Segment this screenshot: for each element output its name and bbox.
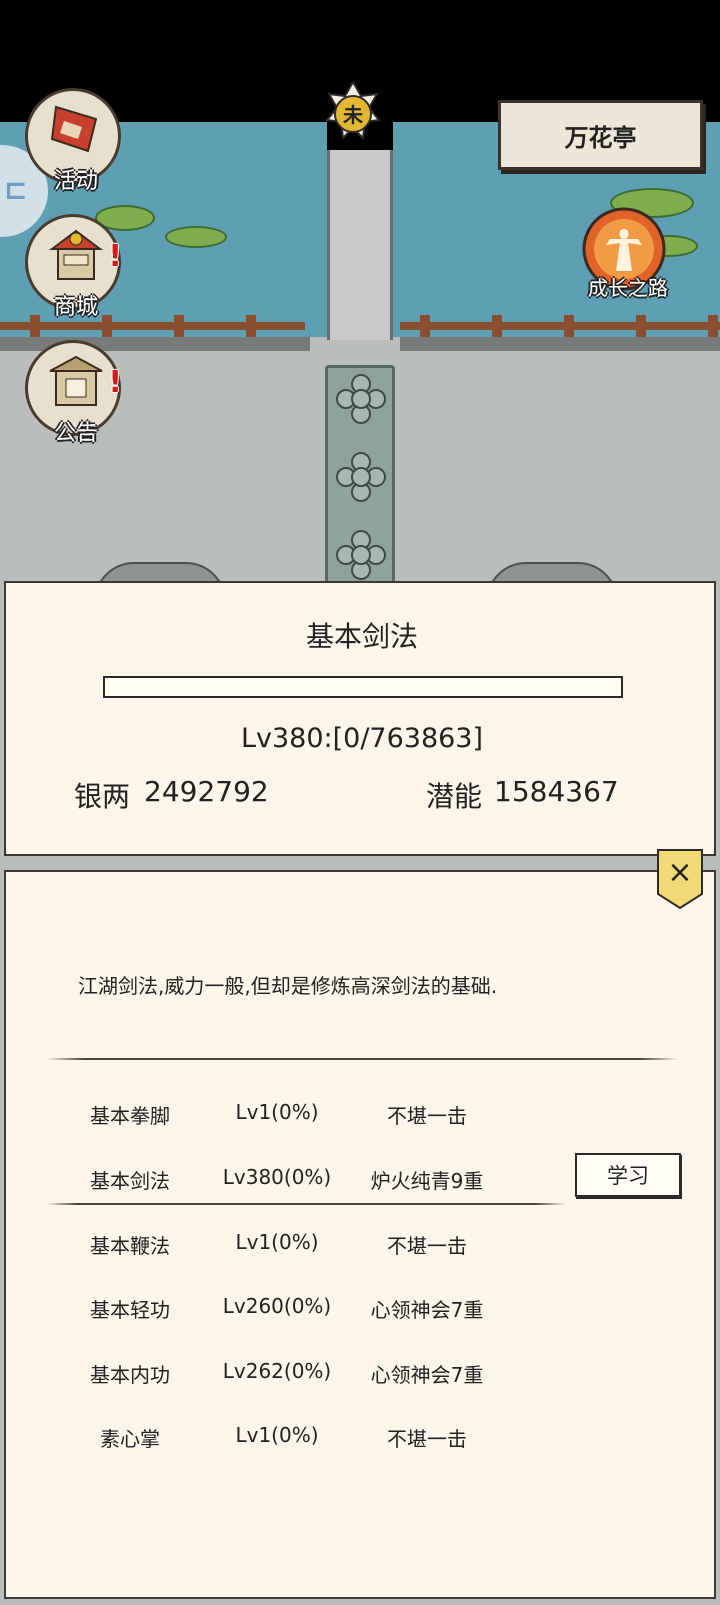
skill-upgrade-panel: 基本剑法 Lv380:[0/763863] 银两 2492792 潜能 1584… (4, 581, 716, 856)
stone-bridge (327, 150, 393, 340)
skill-name: 基本内功 (90, 1363, 170, 1387)
silver-label: 银两 (74, 780, 131, 813)
skill-title: 基本剑法 (305, 620, 418, 653)
shop-alert-badge: ! (108, 239, 122, 274)
stone-ledge-right (400, 337, 720, 351)
banner-scroll-icon (50, 105, 98, 153)
skill-list-panel: 江湖剑法,威力一般,但却是修炼高深剑法的基础. 基本拳脚 Lv1(0%) 不堪一… (4, 870, 716, 1599)
skill-level: Lv1(0%) (235, 1100, 319, 1124)
skill-row[interactable]: 基本内功 Lv262(0%) 心领神会7重 (6, 1345, 718, 1401)
close-icon: × (667, 855, 692, 890)
skill-level: Lv260(0%) (222, 1294, 332, 1318)
skill-level: Lv262(0%) (222, 1359, 332, 1383)
flower-tile-icon (336, 374, 386, 424)
skill-name: 基本拳脚 (90, 1104, 170, 1128)
skill-row[interactable]: 素心掌 Lv1(0%) 不堪一击 (6, 1409, 718, 1465)
skill-level-text: Lv380:[0/763863] (240, 723, 484, 754)
skill-rank: 心领神会7重 (370, 1298, 484, 1322)
activity-label: 活动 (53, 169, 98, 194)
growth-path-label: 成长之路 (588, 276, 668, 300)
skill-description: 江湖剑法,威力一般,但却是修炼高深剑法的基础. (78, 974, 498, 998)
flower-path[interactable] (325, 365, 395, 595)
skill-rank: 炉火纯青9重 (370, 1169, 484, 1193)
skill-name: 素心掌 (100, 1427, 160, 1451)
skill-row[interactable]: 基本鞭法 Lv1(0%) 不堪一击 (6, 1216, 718, 1272)
skill-name: 基本剑法 (90, 1169, 170, 1193)
location-button[interactable]: 万花亭 (498, 100, 703, 170)
compass-icon[interactable]: 未 (321, 82, 385, 152)
hub-tab-icon: ⊏ (4, 173, 28, 206)
lilypad (165, 226, 227, 248)
shop-button[interactable]: ! 商城 (25, 214, 122, 320)
divider (46, 1058, 678, 1060)
flower-tile-icon (336, 452, 386, 502)
skill-rank: 不堪一击 (387, 1104, 467, 1128)
notice-alert-badge: ! (108, 365, 122, 400)
close-button[interactable]: × (656, 848, 704, 910)
notice-label: 公告 (53, 421, 98, 446)
skill-level: Lv1(0%) (235, 1230, 319, 1254)
potential-value: 1584367 (494, 775, 619, 808)
skill-level: Lv1(0%) (235, 1423, 319, 1447)
flower-tile-icon (336, 530, 386, 580)
skill-row[interactable]: 基本拳脚 Lv1(0%) 不堪一击 (6, 1086, 718, 1142)
skill-rank: 心领神会7重 (370, 1363, 484, 1387)
potential-label: 潜能 (426, 780, 483, 813)
silver-value: 2492792 (144, 775, 269, 808)
skill-rank: 不堪一击 (387, 1427, 467, 1451)
shop-stall-icon (49, 229, 103, 280)
compass-char: 未 (343, 103, 363, 127)
skill-level: Lv380(0%) (222, 1165, 332, 1189)
shop-label: 商城 (53, 295, 98, 320)
notice-pavilion-icon (49, 355, 103, 406)
notice-button[interactable]: ! 公告 (25, 340, 122, 446)
skill-name: 基本鞭法 (90, 1234, 170, 1258)
skill-rank: 不堪一击 (387, 1234, 467, 1258)
learn-button[interactable]: 学习 (575, 1153, 681, 1197)
fence-posts-right (420, 315, 720, 337)
skill-name: 基本轻功 (90, 1298, 170, 1322)
selected-row-underline (46, 1203, 566, 1205)
skill-row-selected[interactable]: 基本剑法 Lv380(0%) 炉火纯青9重 学习 (6, 1151, 718, 1207)
exp-progress-bar (103, 676, 623, 698)
skill-row[interactable]: 基本轻功 Lv260(0%) 心领神会7重 (6, 1280, 718, 1336)
activity-button[interactable]: 活动 (25, 88, 121, 194)
